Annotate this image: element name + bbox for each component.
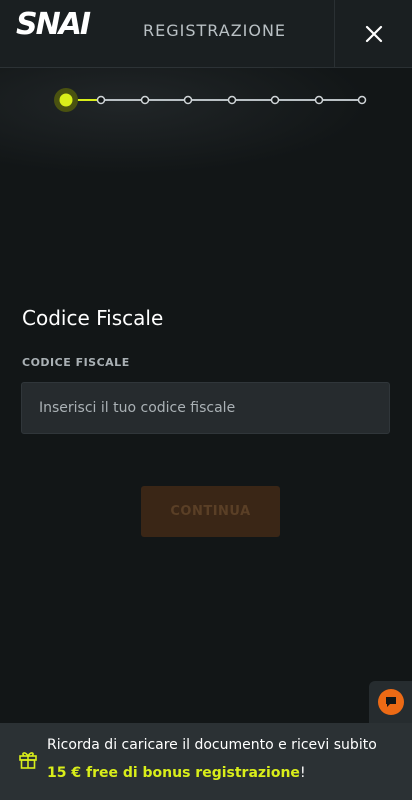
close-icon [365, 25, 383, 42]
stepper-step-8 [357, 95, 367, 105]
banner-bonus-line: 15 € free di bonus registrazione! [47, 763, 306, 783]
stepper-step-1 [59, 93, 73, 107]
header-title: REGISTRAZIONE [143, 21, 287, 40]
continue-button[interactable]: CONTINUA [141, 486, 280, 537]
bonus-suffix: ! [299, 765, 306, 781]
stepper-step-6 [270, 95, 280, 105]
gift-icon [19, 752, 37, 769]
bonus-highlight: 15 € free di bonus registrazione [47, 765, 300, 781]
codice-fiscale-input[interactable] [21, 382, 390, 434]
codice-fiscale-label: CODICE FISCALE [22, 356, 130, 369]
registration-stepper [54, 88, 367, 112]
section-title: Codice Fiscale [22, 306, 164, 330]
chat-button[interactable] [369, 681, 412, 723]
stepper-step-5 [227, 95, 237, 105]
banner-text: Ricorda di caricare il documento e ricev… [47, 737, 377, 753]
stepper-step-2 [96, 95, 106, 105]
stepper-step-4 [183, 95, 193, 105]
chat-icon [377, 689, 404, 715]
snai-logo[interactable]: SNAI [16, 10, 91, 40]
stepper-step-3 [140, 95, 150, 105]
stepper-step-7 [314, 95, 324, 105]
app-header: SNAI REGISTRAZIONE [0, 0, 412, 68]
close-button[interactable] [334, 0, 412, 67]
